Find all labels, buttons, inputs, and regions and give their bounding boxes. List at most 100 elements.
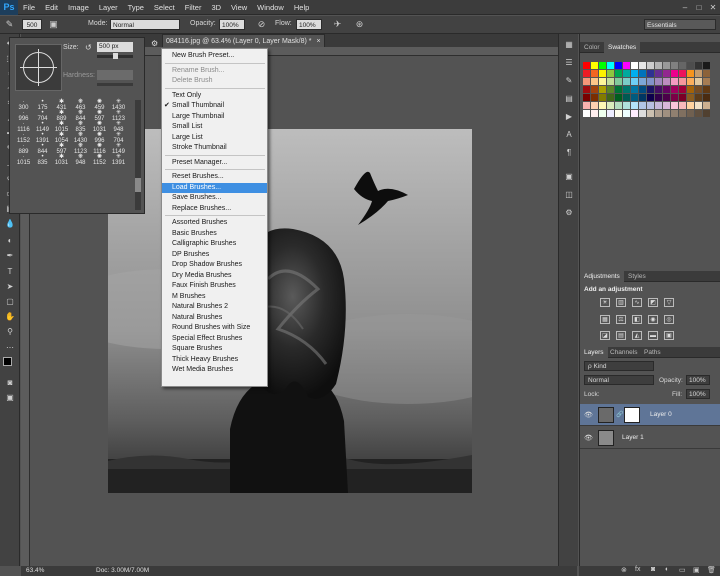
color-swatch[interactable] [639,110,646,117]
color-swatch[interactable] [639,102,646,109]
hardness-slider-track[interactable] [97,83,133,86]
extra-tools-icon[interactable]: ⋯ [3,341,17,353]
zoom-tool-icon[interactable]: ⚲ [3,325,17,337]
brush-preset[interactable]: ❋ 948 [71,154,90,166]
color-swatch[interactable] [679,110,686,117]
color-swatch[interactable] [607,102,614,109]
color-swatch[interactable] [591,70,598,77]
menu-item-calligraphic-brushes[interactable]: Calligraphic Brushes [162,239,267,250]
hue-saturation-icon[interactable]: ▦ [600,315,610,324]
color-swatch[interactable] [671,70,678,77]
color-swatch[interactable] [607,86,614,93]
link-layers-icon[interactable]: ⊗ [621,566,627,574]
color-swatch[interactable] [663,86,670,93]
color-swatch[interactable] [679,62,686,69]
color-swatch[interactable] [663,102,670,109]
menu-select[interactable]: Select [149,3,180,12]
color-swatch[interactable] [631,70,638,77]
color-swatch[interactable] [687,86,694,93]
tab-adjustments[interactable]: Adjustments [580,271,624,282]
color-swatch[interactable] [671,102,678,109]
brightness-contrast-icon[interactable]: ☀ [600,298,610,307]
color-swatch[interactable] [583,110,590,117]
color-swatch[interactable] [631,62,638,69]
shape-tool-icon[interactable]: ▢ [3,295,17,307]
brush-panel-icon[interactable]: ✎ [562,74,576,86]
tab-color[interactable]: Color [580,42,604,53]
document-size[interactable]: Doc: 3.00M/7.00M [96,566,149,576]
photo-filter-icon[interactable]: ◉ [648,315,658,324]
picker-gear-icon[interactable]: ⚙ [151,39,161,49]
color-swatch[interactable] [663,78,670,85]
brush-size-field[interactable]: 500 [22,19,42,30]
color-swatch[interactable] [623,70,630,77]
layer-name[interactable]: Layer 1 [622,434,644,441]
color-swatch[interactable] [663,62,670,69]
tab-paths[interactable]: Paths [640,347,665,358]
actions-panel-icon[interactable]: ▶ [562,110,576,122]
color-swatch[interactable] [687,70,694,77]
color-swatch[interactable] [703,86,710,93]
menu-item-preset-manager[interactable]: Preset Manager... [162,158,267,169]
color-swatch[interactable] [583,78,590,85]
color-swatch[interactable] [615,70,622,77]
menu-item-text-only[interactable]: Text Only [162,91,267,102]
color-swatch[interactable] [639,78,646,85]
color-swatch[interactable] [663,94,670,101]
brush-list-scroll-thumb[interactable] [135,178,141,192]
close-button[interactable]: ✕ [706,0,720,15]
color-swatch[interactable] [607,78,614,85]
menu-layer[interactable]: Layer [94,3,123,12]
menu-image[interactable]: Image [63,3,94,12]
close-tab-icon[interactable]: × [316,38,320,45]
color-swatch[interactable] [583,62,590,69]
screen-mode-icon[interactable]: ▣ [3,391,17,403]
color-swatch[interactable] [607,62,614,69]
color-swatch[interactable] [687,110,694,117]
tab-styles[interactable]: Styles [624,271,650,282]
color-swatch[interactable] [655,86,662,93]
exposure-icon[interactable]: ◩ [648,298,658,307]
color-swatch[interactable] [623,94,630,101]
brush-tip-preview[interactable] [15,44,62,91]
menu-type[interactable]: Type [123,3,149,12]
color-swatch[interactable] [687,102,694,109]
new-group-icon[interactable]: ▭ [679,566,686,574]
color-swatch[interactable] [663,70,670,77]
posterize-icon[interactable]: ▤ [616,331,626,340]
color-swatch[interactable] [695,110,702,117]
tab-swatches[interactable]: Swatches [604,42,641,53]
blend-mode-select[interactable]: Normal [584,375,654,385]
size-field[interactable]: 500 px [97,42,133,52]
color-swatch[interactable] [703,78,710,85]
color-swatch[interactable] [647,62,654,69]
tab-layers[interactable]: Layers [580,347,608,358]
layer-row-layer-0[interactable]: 👁 🔗 Layer 0 [580,404,720,426]
brush-preset[interactable]: • 835 [33,154,52,166]
brush-presets-panel-icon[interactable]: ▤ [562,92,576,104]
color-swatch[interactable] [607,94,614,101]
color-swatch[interactable] [695,78,702,85]
invert-icon[interactable]: ◪ [600,331,610,340]
color-balance-icon[interactable]: ⚖ [616,315,626,324]
menu-item-reset-brushes[interactable]: Reset Brushes... [162,172,267,183]
layer-name[interactable]: Layer 0 [650,411,672,418]
menu-item-load-brushes[interactable]: Load Brushes... [162,182,267,193]
color-swatch[interactable] [679,86,686,93]
size-slider-handle[interactable] [113,53,118,59]
color-swatch[interactable] [703,94,710,101]
zoom-level[interactable]: 63.4% [26,566,44,576]
color-swatch[interactable] [695,62,702,69]
color-swatch[interactable] [655,78,662,85]
dodge-tool-icon[interactable]: ◐ [3,234,17,246]
menu-item-large-thumbnail[interactable]: Large Thumbnail [162,112,267,123]
threshold-icon[interactable]: ◭ [632,331,642,340]
menu-item-save-brushes[interactable]: Save Brushes... [162,193,267,204]
color-swatch[interactable] [615,62,622,69]
color-swatch[interactable] [647,70,654,77]
menu-item-basic-brushes[interactable]: Basic Brushes [162,229,267,240]
color-swatch[interactable] [599,62,606,69]
menu-item-dp-brushes[interactable]: DP Brushes [162,250,267,261]
color-swatch[interactable] [583,70,590,77]
layer-style-icon[interactable]: fx [635,566,640,573]
